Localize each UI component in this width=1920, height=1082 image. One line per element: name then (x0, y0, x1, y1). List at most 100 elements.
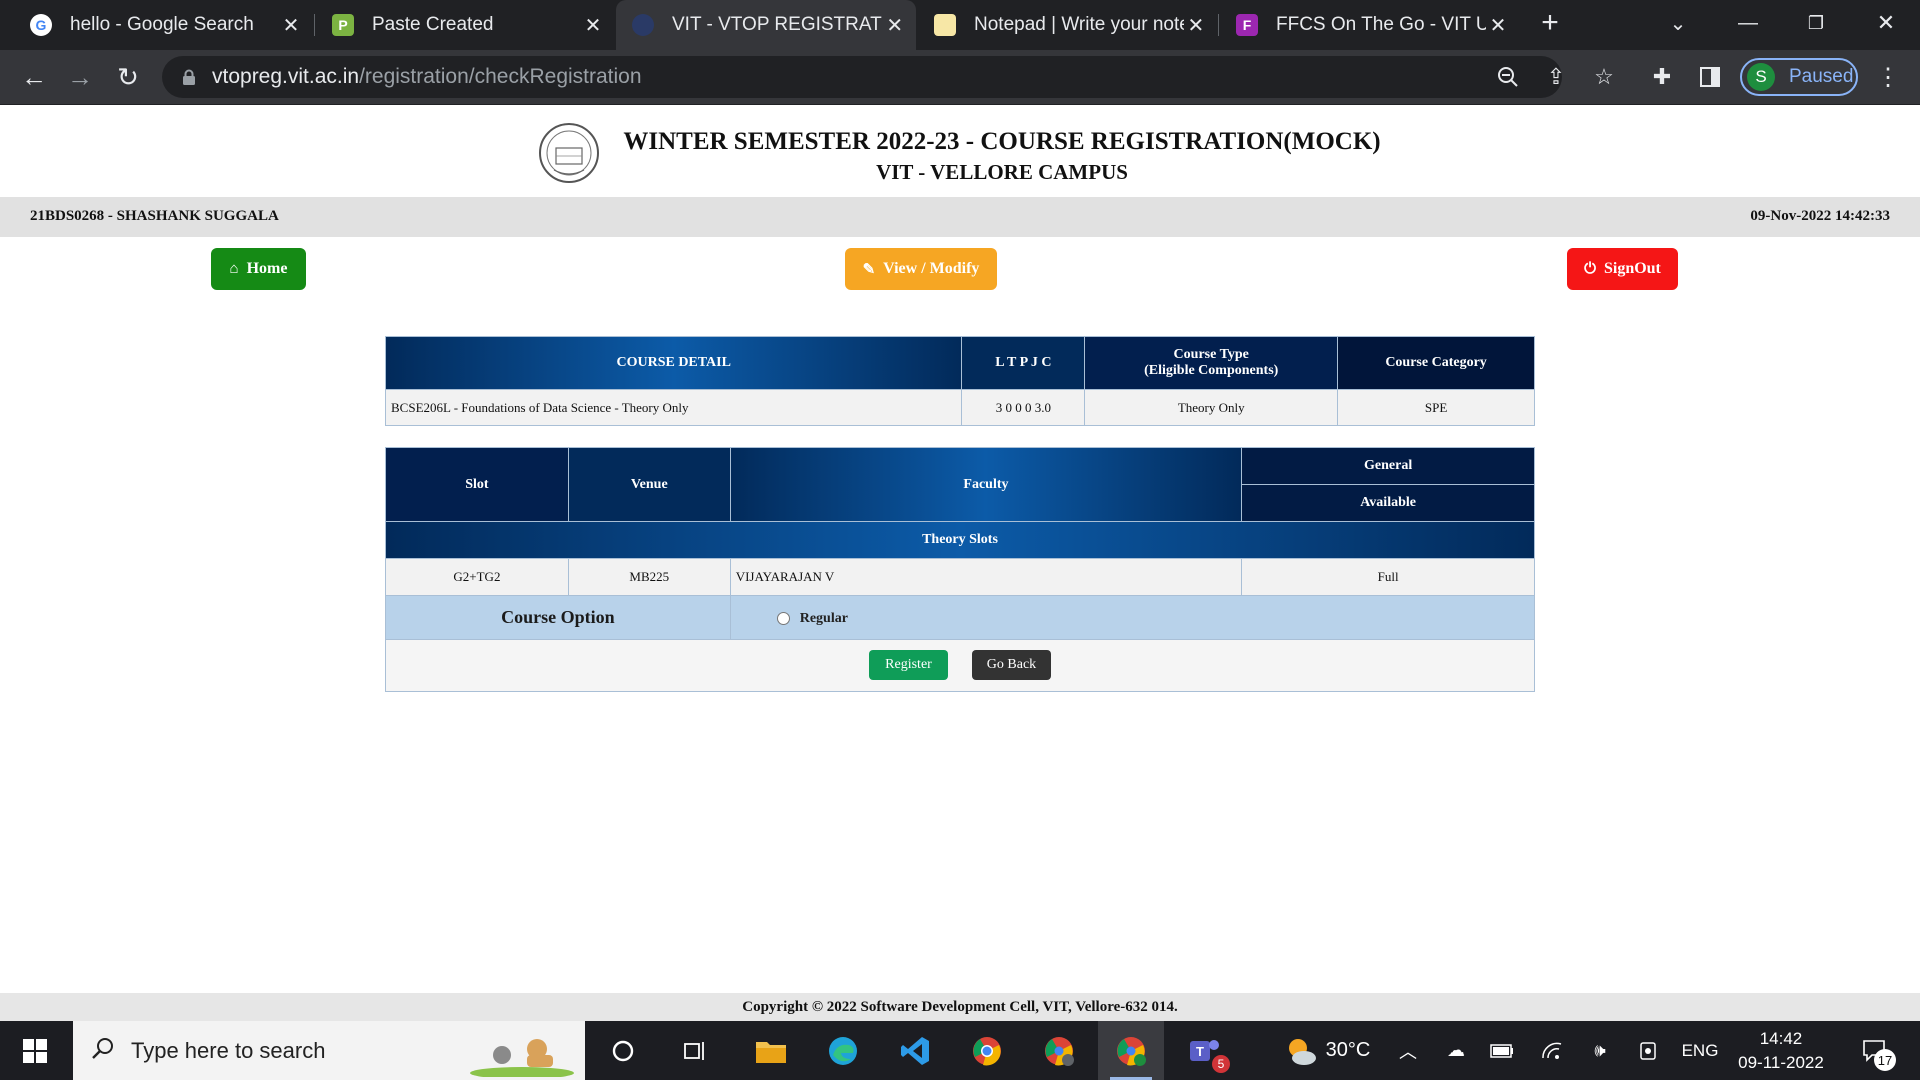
tab-search-chevron-icon[interactable]: ⌄ (1648, 0, 1708, 46)
forward-arrow-icon[interactable]: → (58, 50, 102, 104)
close-tab-icon[interactable]: ✕ (1184, 13, 1208, 38)
regular-option[interactable]: Regular (776, 610, 848, 627)
course-option-label: Course Option (385, 595, 731, 640)
windows-taskbar: Type here to search T 5 30°C ︿ ☁ 🕪 ENG 1… (0, 1021, 1920, 1080)
onedrive-cloud-icon[interactable]: ☁ (1440, 1021, 1472, 1080)
notification-count: 17 (1874, 1049, 1896, 1071)
ltpjc-cell: 3 0 0 0 3.0 (961, 389, 1086, 426)
minimize-icon[interactable]: — (1718, 0, 1778, 46)
tab-paste-created[interactable]: P Paste Created ✕ (316, 0, 616, 50)
action-row: Register Go Back (385, 639, 1535, 692)
home-label: Home (246, 260, 288, 277)
task-view-icon[interactable] (662, 1021, 728, 1080)
tab-title: VIT - VTOP REGISTRATION (672, 14, 883, 35)
weather-widget[interactable]: 30°C (1262, 1021, 1392, 1080)
weather-temperature: 30°C (1325, 1039, 1371, 1061)
theory-slots-heading: Theory Slots (385, 521, 1535, 559)
go-back-button[interactable]: Go Back (972, 650, 1051, 680)
chrome-icon[interactable] (954, 1021, 1020, 1080)
tab-vtop-registration[interactable]: VIT - VTOP REGISTRATION ✕ (616, 0, 916, 50)
col-course-detail: COURSE DETAIL (384, 336, 963, 390)
restore-icon[interactable]: ❐ (1786, 0, 1846, 46)
view-modify-button[interactable]: ✎ View / Modify (845, 248, 997, 290)
show-hidden-icons-chevron-icon[interactable]: ︿ (1392, 1021, 1424, 1080)
tab-notepad[interactable]: Notepad | Write your notes ✕ (918, 0, 1218, 50)
new-tab-icon[interactable]: + (1520, 0, 1580, 46)
clock-date: 09-11-2022 (1738, 1052, 1824, 1072)
input-language[interactable]: ENG (1678, 1021, 1722, 1080)
side-panel-icon[interactable] (1690, 50, 1730, 104)
profile-status: Paused (1789, 66, 1854, 87)
course-detail-cell: BCSE206L - Foundations of Data Science -… (384, 389, 963, 426)
available-cell: Full (1241, 558, 1535, 596)
footer-copyright: Copyright © 2022 Software Development Ce… (0, 993, 1920, 1021)
course-type-subheading: (Eligible Components) (1144, 363, 1279, 378)
tab-title: Paste Created (372, 14, 494, 35)
weather-cloud-sun-icon (1288, 1038, 1316, 1065)
vit-icon (632, 14, 654, 36)
col-course-category: Course Category (1337, 336, 1535, 390)
taskbar-clock[interactable]: 14:42 09-11-2022 (1726, 1021, 1836, 1080)
search-placeholder: Type here to search (131, 1037, 326, 1063)
tab-ffcs[interactable]: F FFCS On The Go - VIT Uni ✕ (1220, 0, 1520, 50)
power-icon: ⏻ (1584, 261, 1596, 277)
close-window-icon[interactable]: ✕ (1856, 0, 1916, 46)
tab-divider (1218, 14, 1219, 36)
regular-radio[interactable] (776, 612, 790, 626)
reload-icon[interactable]: ↻ (106, 50, 150, 104)
register-button[interactable]: Register (869, 650, 948, 680)
battery-icon[interactable] (1486, 1021, 1518, 1080)
col-ltpjc: L T P J C (961, 336, 1086, 390)
windows-start-icon[interactable] (2, 1021, 68, 1080)
profile-button[interactable]: S Paused (1740, 58, 1858, 96)
url-path: /registration/checkRegistration (359, 65, 642, 88)
home-button[interactable]: ⌂ Home (211, 248, 306, 290)
teams-badge: 5 (1212, 1055, 1230, 1073)
close-tab-icon[interactable]: ✕ (580, 13, 606, 38)
regular-option-label: Regular (799, 610, 848, 626)
meet-now-icon[interactable] (1632, 1021, 1664, 1080)
extensions-icon[interactable]: ✚ (1642, 50, 1682, 104)
edge-icon[interactable] (810, 1021, 876, 1080)
close-tab-icon[interactable]: ✕ (883, 13, 906, 38)
back-arrow-icon[interactable]: ← (12, 50, 56, 104)
search-highlight-illustration (467, 1027, 577, 1079)
vscode-icon[interactable] (882, 1021, 948, 1080)
volume-icon[interactable]: 🕪 (1584, 1021, 1616, 1080)
google-icon: G (30, 14, 52, 36)
search-icon (91, 1036, 115, 1065)
close-tab-icon[interactable]: ✕ (278, 13, 304, 38)
bookmark-star-icon[interactable]: ☆ (1584, 50, 1624, 104)
share-icon[interactable]: ⇪ (1536, 50, 1576, 104)
notification-center-icon[interactable]: 17 (1850, 1021, 1900, 1080)
chrome-active-icon[interactable] (1098, 1021, 1164, 1080)
course-category-cell: SPE (1337, 389, 1535, 426)
avatar: S (1747, 63, 1775, 91)
signout-button[interactable]: ⏻ SignOut (1567, 248, 1678, 290)
student-info-bar: 21BDS0268 - SHASHANK SUGGALA 09-Nov-2022… (0, 197, 1920, 237)
col-general: General (1241, 447, 1535, 485)
taskbar-search-box[interactable]: Type here to search (73, 1021, 585, 1080)
venue-cell: MB225 (567, 558, 731, 596)
course-type-heading: Course Type (1173, 347, 1249, 362)
col-course-type: Course Type (Eligible Components) (1084, 336, 1339, 390)
file-explorer-icon[interactable] (738, 1021, 804, 1080)
wifi-icon[interactable] (1536, 1021, 1568, 1080)
col-venue: Venue (567, 447, 731, 522)
view-modify-label: View / Modify (883, 260, 980, 277)
slot-table: Slot Venue Faculty General Available The… (385, 447, 1536, 692)
lock-icon (182, 69, 196, 85)
cortana-icon[interactable] (590, 1021, 656, 1080)
tab-divider (314, 14, 315, 36)
address-bar[interactable]: vtopreg.vit.ac.in/registration/checkRegi… (162, 56, 1562, 98)
chrome-profile-icon[interactable] (1026, 1021, 1092, 1080)
zoom-icon[interactable] (1488, 50, 1528, 104)
tab-google-search[interactable]: G hello - Google Search ✕ (14, 0, 314, 50)
browser-tab-strip: G hello - Google Search ✕ P Paste Create… (0, 0, 1920, 50)
clock-time: 14:42 (1759, 1028, 1803, 1048)
col-available: Available (1241, 484, 1535, 522)
course-detail-table: COURSE DETAIL L T P J C Course Type (Eli… (384, 336, 1535, 426)
menu-kebab-icon[interactable]: ⋮ (1868, 50, 1908, 104)
close-tab-icon[interactable]: ✕ (1486, 13, 1510, 38)
teams-icon[interactable]: T 5 (1172, 1021, 1238, 1080)
